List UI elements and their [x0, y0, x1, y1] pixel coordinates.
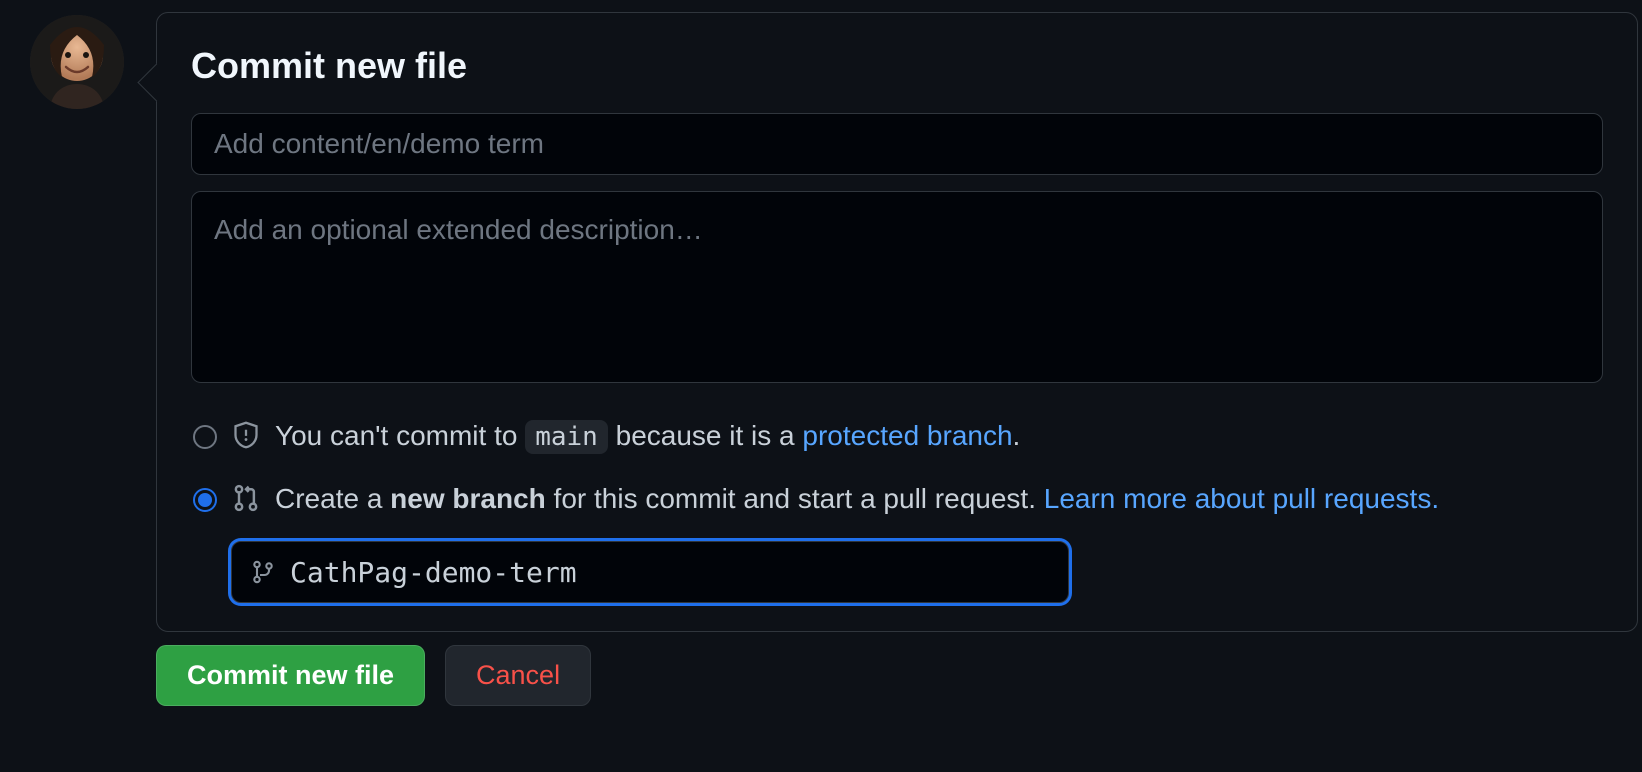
option-new-branch[interactable]: Create a new branch for this commit and …	[193, 479, 1603, 520]
commit-description-input[interactable]	[191, 191, 1603, 383]
branch-name-wrap	[231, 541, 1069, 603]
protected-branch-text: You can't commit to main because it is a…	[275, 416, 1020, 457]
page-title: Commit new file	[191, 45, 1603, 87]
protected-branch-link[interactable]: protected branch	[802, 420, 1012, 451]
commit-button[interactable]: Commit new file	[156, 645, 425, 706]
radio-main-unchecked[interactable]	[193, 425, 217, 449]
shield-icon	[231, 420, 261, 450]
git-pull-request-icon	[231, 483, 261, 513]
action-bar: Commit new file Cancel	[156, 645, 591, 706]
branch-name-input[interactable]	[231, 541, 1069, 603]
option-commit-main[interactable]: You can't commit to main because it is a…	[193, 416, 1603, 457]
avatar[interactable]	[30, 15, 124, 109]
new-branch-text: Create a new branch for this commit and …	[275, 479, 1439, 520]
learn-more-pr-link[interactable]: Learn more about pull requests.	[1044, 483, 1439, 514]
branch-code-label: main	[525, 420, 608, 454]
git-branch-icon	[251, 560, 275, 584]
commit-box: Commit new file You can't commit to main…	[156, 12, 1638, 632]
cancel-button[interactable]: Cancel	[445, 645, 591, 706]
commit-summary-input[interactable]	[191, 113, 1603, 175]
radio-new-branch-checked[interactable]	[193, 488, 217, 512]
